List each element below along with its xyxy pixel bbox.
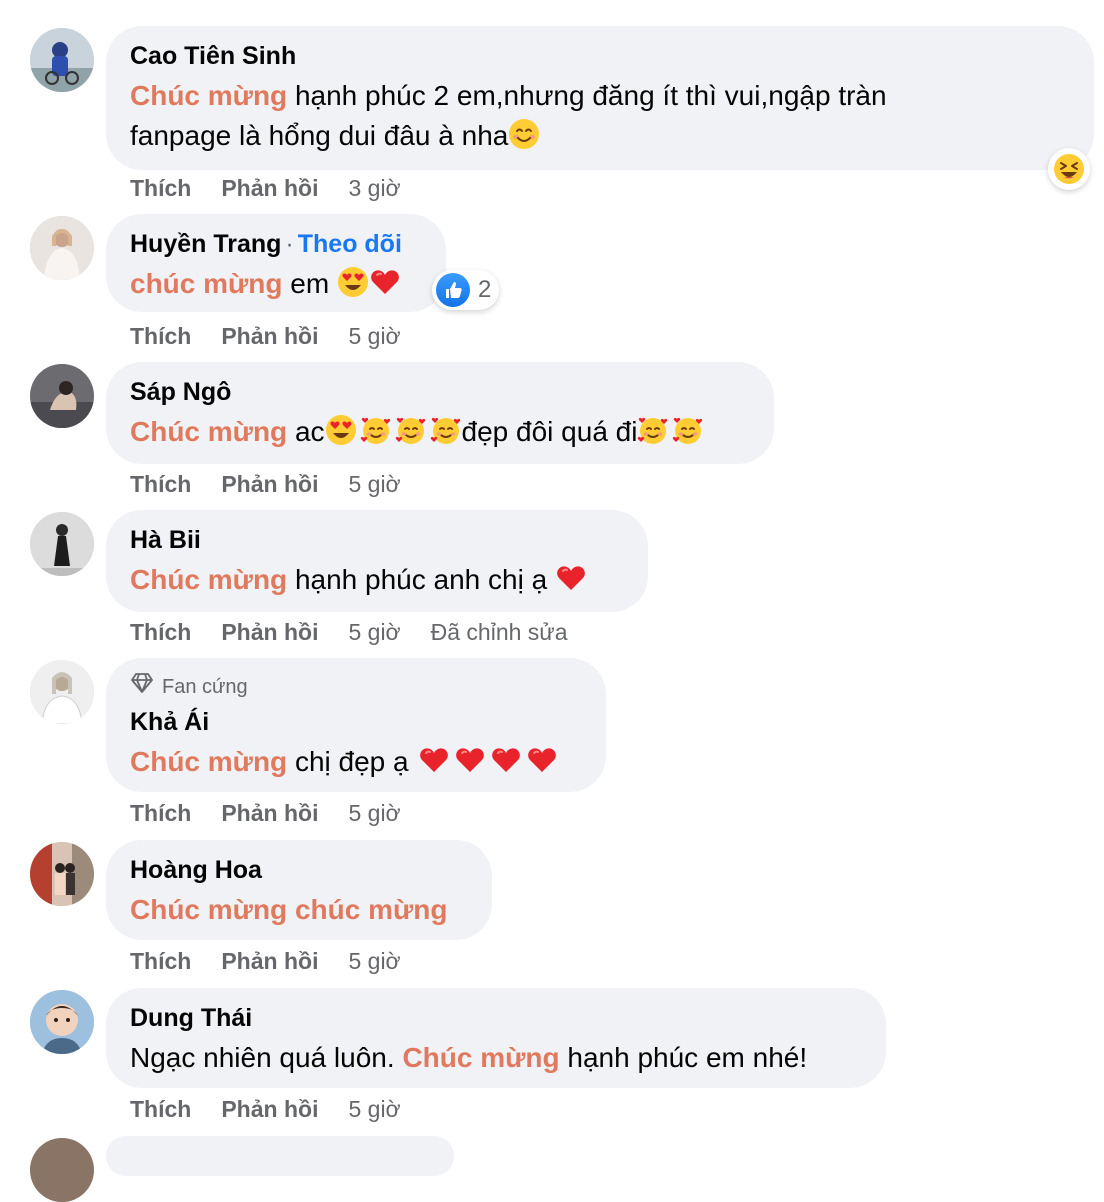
comment-text: chị đẹp ạ (287, 746, 417, 777)
heart-eyes-icon (325, 414, 357, 446)
reply-button[interactable]: Phản hồi (221, 323, 318, 349)
comment-text: em (282, 268, 337, 299)
smiling-face-with-hearts-icon (360, 414, 392, 446)
separator-dot: · (285, 230, 294, 258)
comment-actions: Thích Phản hồi 3 giờ (130, 173, 431, 203)
follow-button[interactable]: Theo dõi (298, 230, 402, 258)
avatar[interactable] (30, 1138, 94, 1202)
reply-button[interactable]: Phản hồi (221, 471, 318, 497)
like-button[interactable]: Thích (130, 323, 191, 349)
comment-bubble: Dung Thái Ngạc nhiên quá luôn. Chúc mừng… (106, 988, 886, 1088)
smiling-face-with-hearts-icon (395, 414, 427, 446)
smiling-face-with-hearts-icon (672, 414, 704, 446)
comment-text: Ngạc nhiên quá luôn. (130, 1042, 403, 1073)
comment-text: hạnh phúc 2 em,nhưng đăng ít thì vui,ngậ… (287, 80, 887, 111)
comment-actions: Thích Phản hồi 5 giờ (130, 946, 431, 976)
like-button[interactable]: Thích (130, 948, 191, 974)
comment-text: fanpage là hổng dui đâu à nha (130, 120, 509, 151)
comment-bubble: Hoàng Hoa Chúc mừng chúc mừng (106, 840, 492, 940)
comment-actions: Thích Phản hồi 5 giờ Đã chỉnh sửa (130, 617, 568, 647)
comment-author[interactable]: Huyền Trang (130, 230, 281, 258)
highlighted-phrase: Chúc mừng (130, 746, 288, 777)
timestamp[interactable]: 5 giờ (348, 948, 400, 974)
reaction-summary[interactable]: 2 (432, 270, 500, 310)
comment-text: hạnh phúc em nhé! (559, 1042, 808, 1073)
comment-author[interactable]: Cao Tiên Sinh (130, 40, 1070, 72)
like-button[interactable]: Thích (130, 1096, 191, 1122)
comment-author[interactable]: Khả Ái (130, 706, 582, 738)
comment-bubble: Huyền Trang · Theo dõi chúc mừng em (106, 214, 446, 312)
diamond-icon (130, 672, 154, 702)
comment-bubble (106, 1136, 454, 1176)
comment-actions: Thích Phản hồi 5 giờ (130, 469, 431, 499)
highlighted-phrase: Chúc mừng (130, 416, 288, 447)
smiling-face-with-hearts-icon (430, 414, 462, 446)
smiling-face-with-hearts-icon (637, 414, 669, 446)
laughing-face-icon (1053, 153, 1085, 185)
reply-button[interactable]: Phản hồi (221, 800, 318, 826)
highlighted-phrase: Chúc mừng (402, 1042, 560, 1073)
comment-author[interactable]: Sáp Ngô (130, 376, 750, 408)
red-heart-icon (454, 744, 486, 776)
heart-eyes-icon (337, 266, 369, 298)
timestamp[interactable]: 3 giờ (348, 175, 400, 201)
timestamp[interactable]: 5 giờ (348, 619, 400, 645)
edited-label: Đã chỉnh sửa (430, 619, 568, 645)
avatar[interactable] (30, 216, 94, 280)
comment-bubble: Cao Tiên Sinh Chúc mừng hạnh phúc 2 em,n… (106, 26, 1094, 170)
avatar[interactable] (30, 512, 94, 576)
comment-actions: Thích Phản hồi 5 giờ (130, 798, 431, 828)
avatar[interactable] (30, 842, 94, 906)
like-button[interactable]: Thích (130, 800, 191, 826)
comment-text: ac (287, 416, 325, 447)
highlighted-phrase: chúc mừng (130, 268, 283, 299)
reaction-summary[interactable] (1048, 148, 1090, 190)
comment-actions: Thích Phản hồi 5 giờ (130, 321, 431, 351)
comment-bubble: Fan cứng Khả Ái Chúc mừng chị đẹp ạ (106, 658, 606, 792)
red-heart-icon (369, 266, 401, 298)
reply-button[interactable]: Phản hồi (221, 1096, 318, 1122)
comment-text: đẹp đôi quá đi (461, 416, 638, 447)
comment-actions: Thích Phản hồi 5 giờ (130, 1094, 431, 1124)
reply-button[interactable]: Phản hồi (221, 619, 318, 645)
comment-author[interactable]: Hà Bii (130, 524, 624, 556)
comment-author[interactable]: Dung Thái (130, 1002, 862, 1034)
fan-badge[interactable]: Fan cứng (130, 672, 582, 702)
avatar[interactable] (30, 990, 94, 1054)
red-heart-icon (418, 744, 450, 776)
red-heart-icon (526, 744, 558, 776)
timestamp[interactable]: 5 giờ (348, 471, 400, 497)
reply-button[interactable]: Phản hồi (221, 175, 318, 201)
timestamp[interactable]: 5 giờ (348, 1096, 400, 1122)
timestamp[interactable]: 5 giờ (348, 323, 400, 349)
reply-button[interactable]: Phản hồi (221, 948, 318, 974)
smiling-face-icon (508, 118, 540, 150)
timestamp[interactable]: 5 giờ (348, 800, 400, 826)
like-icon (436, 273, 470, 307)
reaction-count: 2 (478, 276, 492, 303)
highlighted-phrase: Chúc mừng chúc mừng (130, 894, 448, 925)
comment-text: hạnh phúc anh chị ạ (287, 564, 555, 595)
highlighted-phrase: Chúc mừng (130, 80, 288, 111)
comment-bubble: Sáp Ngô Chúc mừng ac đẹp đôi quá đi (106, 362, 774, 464)
red-heart-icon (490, 744, 522, 776)
red-heart-icon (555, 562, 587, 594)
avatar[interactable] (30, 364, 94, 428)
like-button[interactable]: Thích (130, 175, 191, 201)
like-button[interactable]: Thích (130, 619, 191, 645)
like-button[interactable]: Thích (130, 471, 191, 497)
comment-bubble: Hà Bii Chúc mừng hạnh phúc anh chị ạ (106, 510, 648, 612)
avatar[interactable] (30, 660, 94, 724)
fan-badge-label: Fan cứng (162, 676, 248, 698)
comment-author[interactable]: Hoàng Hoa (130, 854, 468, 886)
avatar[interactable] (30, 28, 94, 92)
highlighted-phrase: Chúc mừng (130, 564, 288, 595)
